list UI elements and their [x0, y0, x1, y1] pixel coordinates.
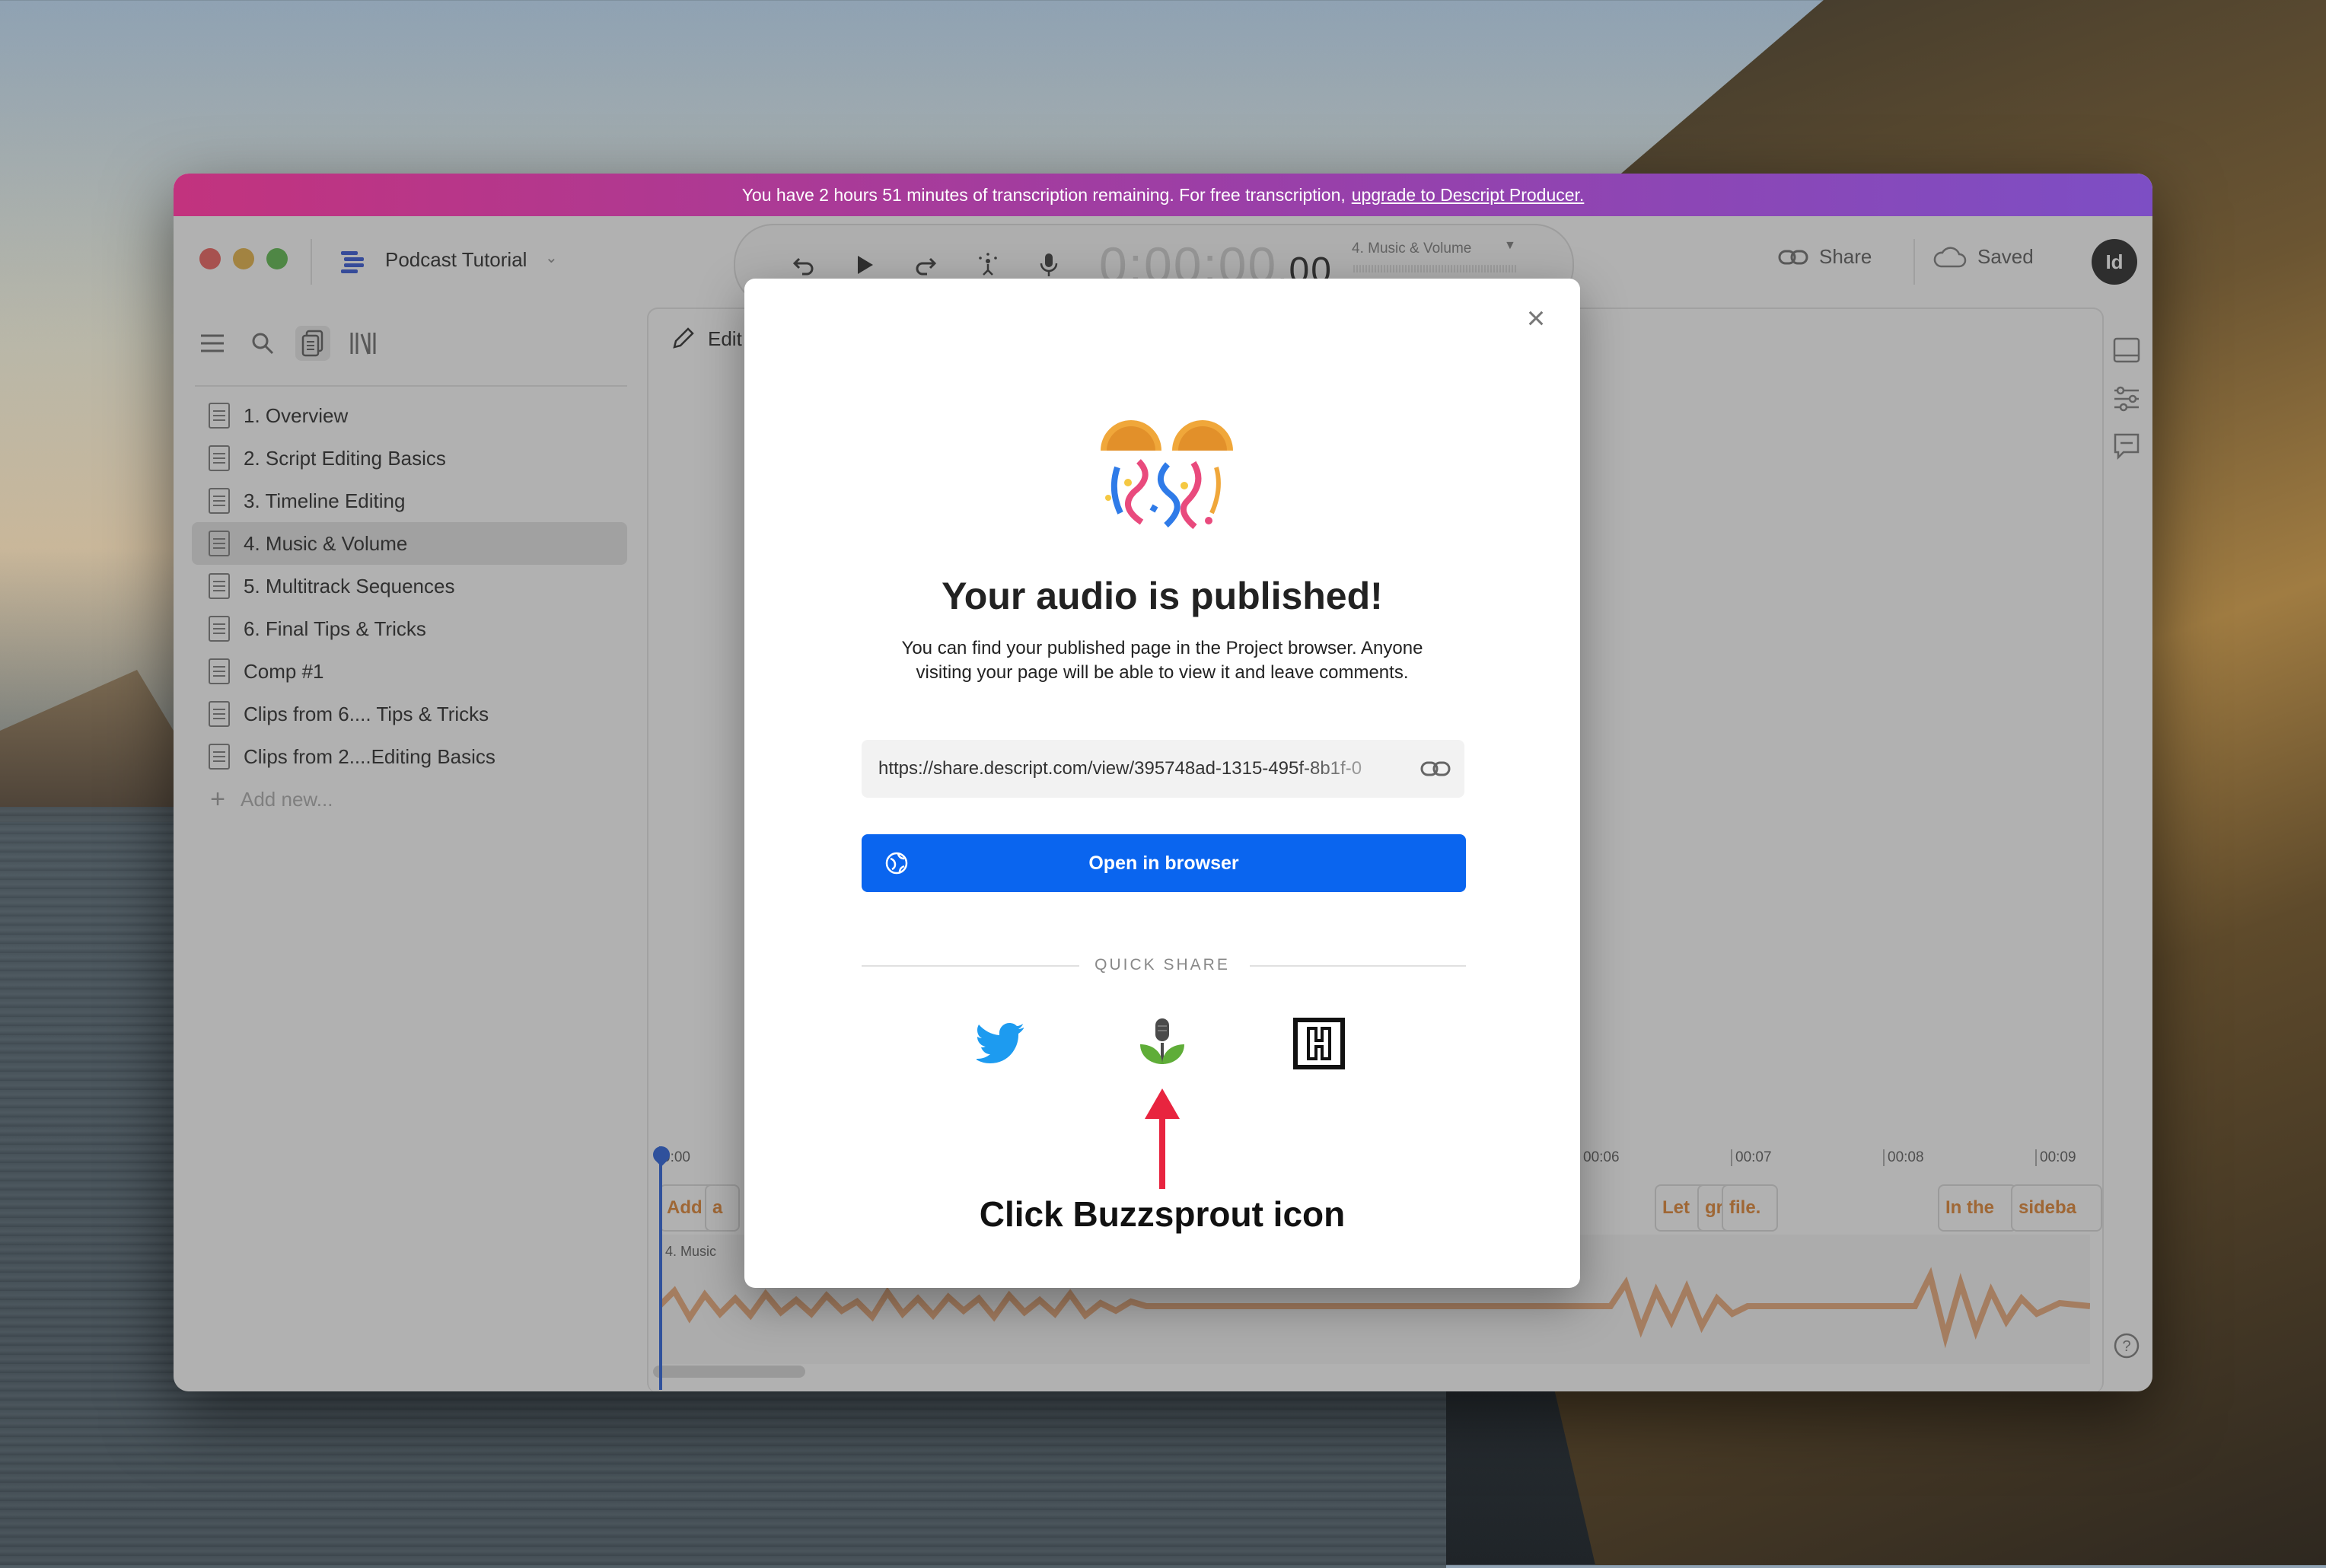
- headliner-icon[interactable]: [1292, 1017, 1346, 1070]
- instruction-annotation: Click Buzzsprout icon: [979, 1194, 1346, 1234]
- upgrade-link[interactable]: upgrade to Descript Producer.: [1352, 185, 1585, 206]
- transcription-banner: You have 2 hours 51 minutes of transcrip…: [174, 174, 2152, 216]
- open-in-browser-button[interactable]: Open in browser: [862, 834, 1466, 892]
- modal-description: You can find your published page in the …: [901, 638, 1423, 683]
- buzzsprout-icon[interactable]: [1136, 1017, 1189, 1070]
- globe-icon: [885, 852, 908, 875]
- copy-link-icon[interactable]: [1420, 757, 1451, 781]
- open-in-browser-label: Open in browser: [1088, 852, 1239, 874]
- publish-success-modal: × Your audio is published! You can find …: [744, 279, 1580, 1288]
- share-url-text[interactable]: https://share.descript.com/view/395748ad…: [878, 758, 1411, 779]
- party-popper-icon: [1101, 420, 1233, 530]
- twitter-icon[interactable]: [974, 1017, 1028, 1070]
- red-arrow-annotation: [1145, 1088, 1180, 1189]
- close-icon[interactable]: ×: [1519, 300, 1553, 336]
- quick-share-label: QUICK SHARE: [1094, 956, 1230, 974]
- banner-text: You have 2 hours 51 minutes of transcrip…: [741, 184, 1346, 205]
- share-url-field[interactable]: https://share.descript.com/view/395748ad…: [862, 740, 1464, 798]
- modal-title: Your audio is published!: [942, 575, 1383, 617]
